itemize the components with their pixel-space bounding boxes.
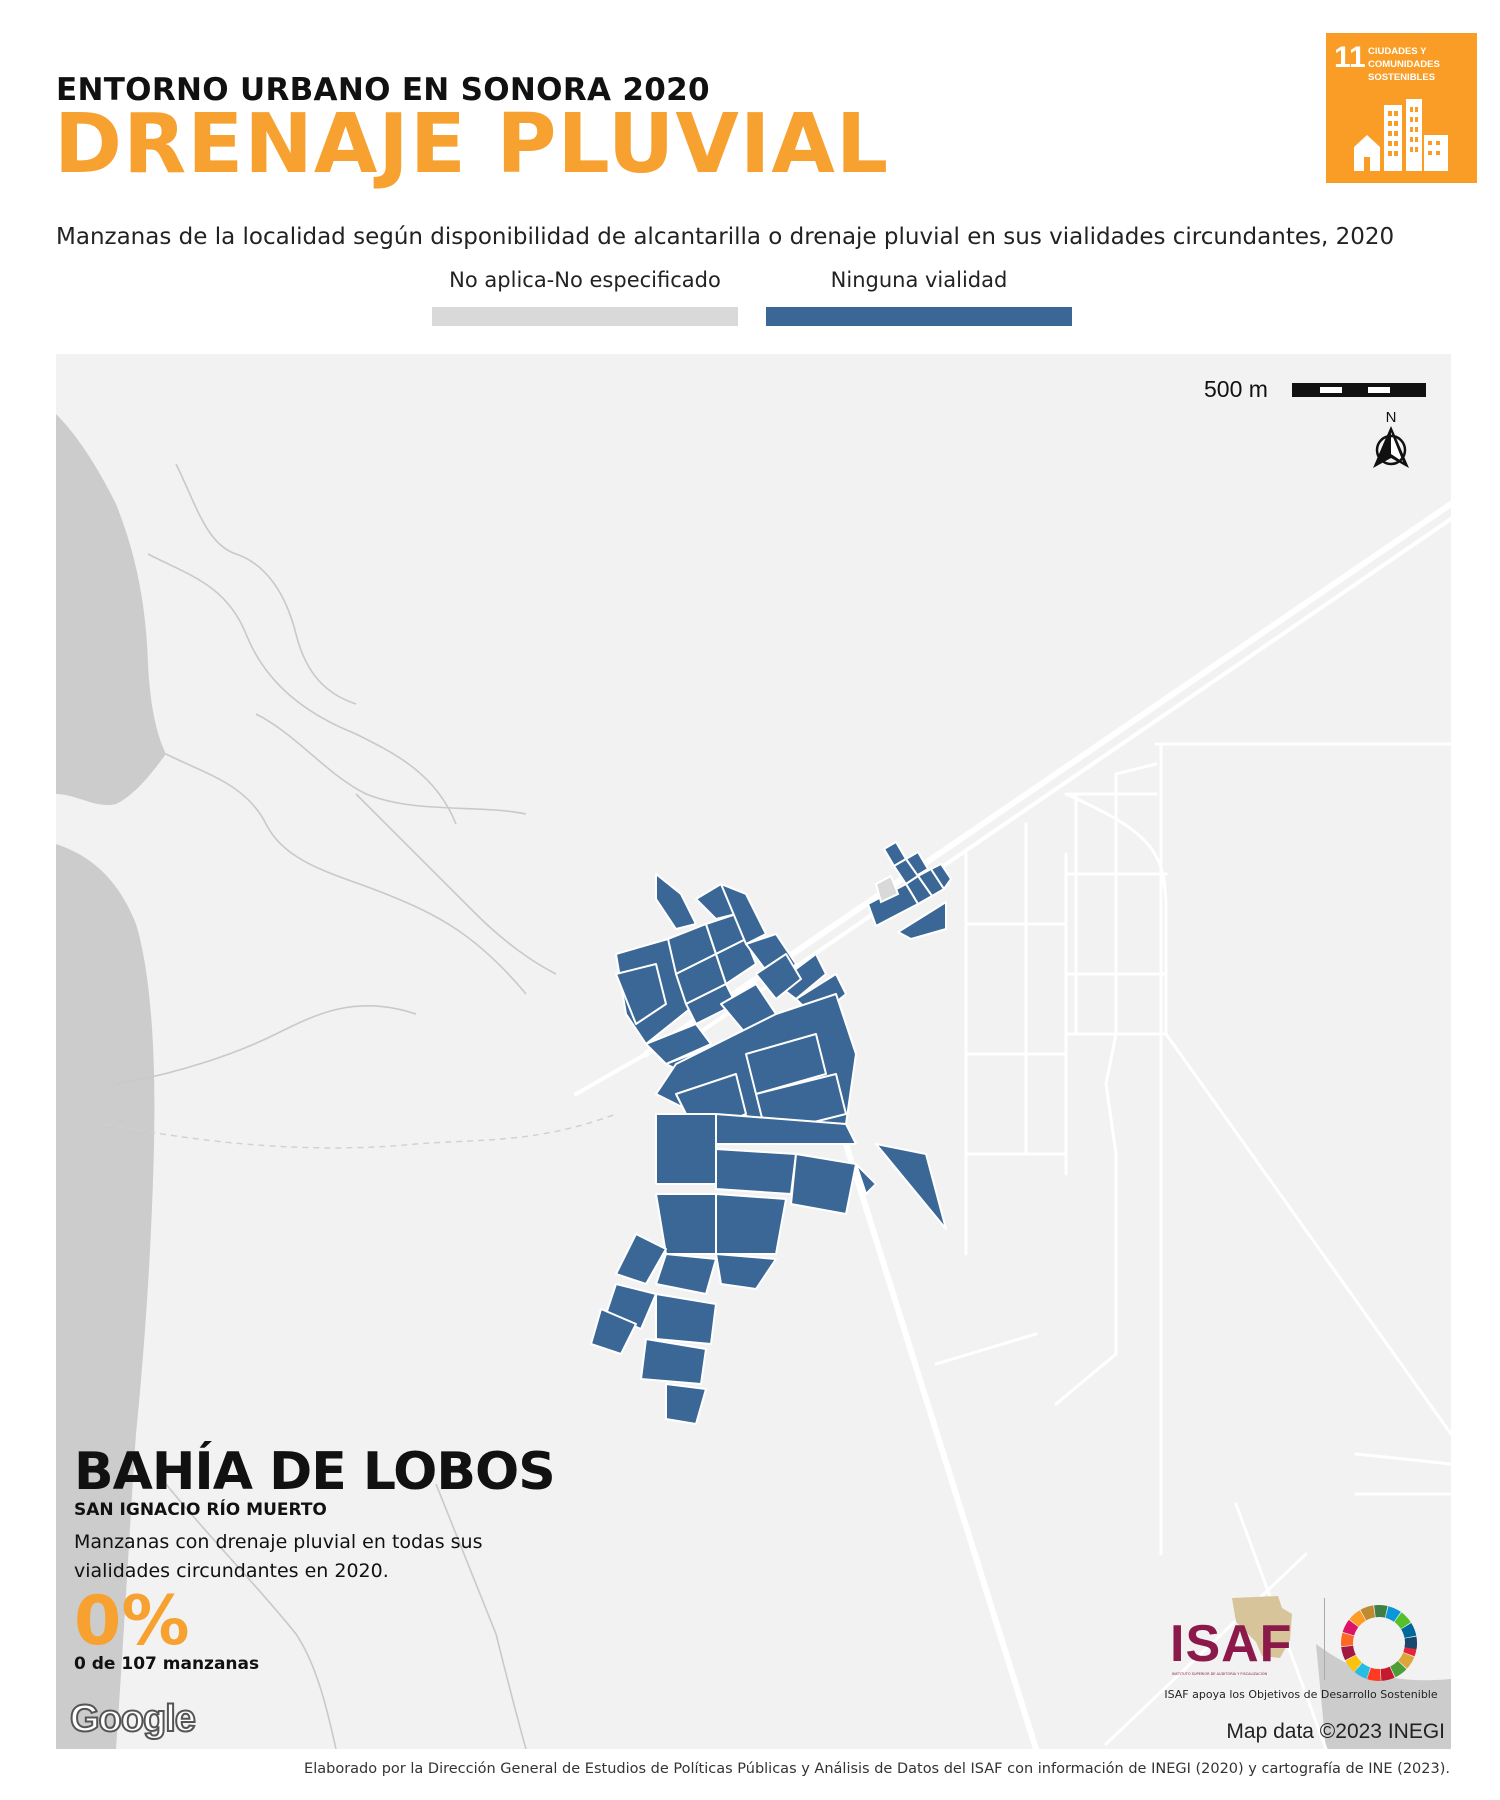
sdg-label: Ciudades y comunidades sostenibles [1368, 46, 1440, 83]
map-panel[interactable]: 500 m N BAHÍA DE LOBOS SAN IGNACIO RÍO M… [56, 354, 1451, 1749]
scale-label: 500 m [1204, 376, 1268, 402]
scale-bar [1292, 383, 1426, 397]
legend-label-na: No aplica-No especificado [449, 268, 721, 292]
legend-swatch-na [432, 307, 738, 326]
isaf-divider [1324, 1598, 1325, 1680]
sdg-number: 11 [1334, 41, 1366, 74]
google-logo: Google [69, 1697, 197, 1741]
sdg-11-badge: 11 Ciudades y comunidades sostenibles [1326, 33, 1477, 183]
isaf-logo-block: ISAF INSTITUTO SUPERIOR DE AUDITORÍA Y F… [1156, 1592, 1446, 1708]
page-title: DRENAJE PLUVIAL [54, 97, 890, 192]
map-attribution: Map data ©2023 INEGI [1226, 1720, 1445, 1743]
page-subtitle: Manzanas de la localidad según disponibi… [56, 224, 1395, 250]
isaf-logo-subtext: INSTITUTO SUPERIOR DE AUDITORÍA Y FISCAL… [1172, 1672, 1268, 1676]
sdg-wheel-icon [1341, 1605, 1417, 1681]
footer-credit: Elaborado por la Dirección General de Es… [304, 1761, 1450, 1777]
stat-count: 0 de 107 manzanas [74, 1654, 260, 1674]
municipality-name: SAN IGNACIO RÍO MUERTO [74, 1500, 327, 1520]
city-buildings-icon [1354, 99, 1448, 171]
place-name: BAHÍA DE LOBOS [74, 1442, 556, 1502]
isaf-tagline: ISAF apoya los Objetivos de Desarrollo S… [1164, 1688, 1438, 1701]
north-arrow-icon: N [1373, 409, 1409, 468]
legend-item-ninguna: Ninguna vialidad [766, 268, 1072, 326]
north-label: N [1386, 409, 1397, 426]
stat-description: Manzanas con drenaje pluvial en todas su… [74, 1531, 483, 1582]
legend-label-ninguna: Ninguna vialidad [830, 268, 1008, 292]
legend-swatch-ninguna [766, 307, 1072, 326]
isaf-logo-text: ISAF [1170, 1615, 1293, 1673]
legend-item-na: No aplica-No especificado [432, 268, 738, 326]
water-lagoon-north [56, 414, 166, 806]
stat-value: 0% [74, 1582, 190, 1661]
